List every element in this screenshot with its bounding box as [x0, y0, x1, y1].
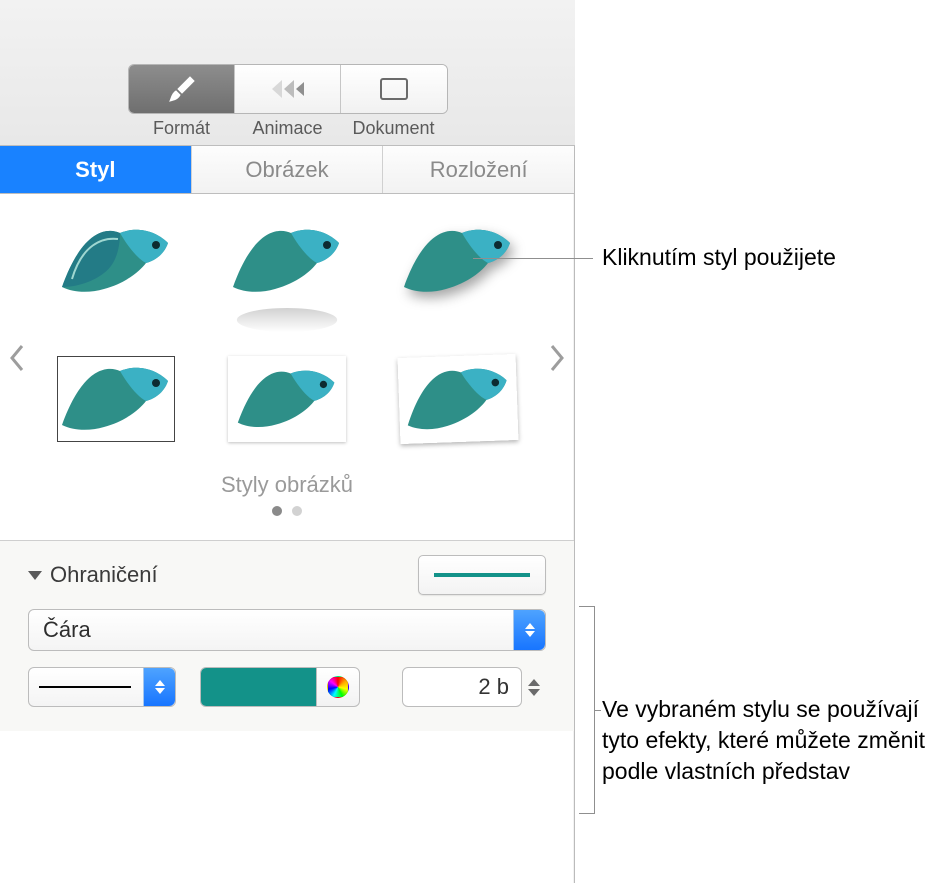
select-stepper-icon [143, 668, 175, 706]
iguana-icon [402, 221, 514, 301]
border-preview-line [434, 573, 530, 577]
inspector-mode-segment [128, 64, 448, 114]
tab-style[interactable]: Styl [0, 146, 192, 193]
gallery-caption: Styly obrázků [36, 472, 538, 498]
format-subtabs: Styl Obrázek Rozložení [0, 146, 574, 194]
gallery-page-dots [36, 506, 538, 530]
stepper-up-icon [528, 679, 540, 686]
format-inspector-panel: Formát Animace Dokument Styl Obrázek Roz… [0, 0, 575, 883]
border-type-select[interactable]: Čára [28, 609, 546, 651]
stepper-down-icon [528, 689, 540, 696]
gallery-dot-1[interactable] [272, 506, 282, 516]
line-style-sample [39, 686, 131, 688]
border-title: Ohraničení [50, 562, 158, 588]
animate-icon [270, 78, 304, 100]
callout-leader-line [595, 710, 601, 711]
border-color-swatch[interactable] [201, 668, 317, 706]
border-section: Ohraničení Čára [0, 540, 574, 731]
border-width-stepper[interactable] [528, 667, 546, 707]
inspector-mode-animate-label: Animace [235, 118, 341, 139]
border-width-value: 2 b [415, 668, 509, 706]
inspector-mode-format-label: Formát [129, 118, 235, 139]
inspector-mode-animate[interactable] [235, 65, 341, 113]
gallery-prev-arrow[interactable] [8, 344, 26, 372]
border-style-preview[interactable] [418, 555, 546, 595]
style-thumb-plain[interactable] [57, 218, 175, 304]
iguana-icon [231, 221, 343, 301]
style-thumb-shadow[interactable] [399, 218, 517, 304]
picture-styles-gallery: Styly obrázků [0, 194, 574, 540]
document-icon [380, 78, 408, 100]
inspector-mode-document[interactable] [341, 65, 447, 113]
border-type-value: Čára [43, 617, 91, 643]
callout-apply-style: Kliknutím styl použijete [602, 242, 922, 273]
disclosure-triangle-icon [28, 571, 42, 580]
border-color-picker-button[interactable] [317, 676, 359, 698]
tab-layout-label: Rozložení [430, 157, 528, 183]
inspector-toolbar: Formát Animace Dokument [0, 0, 575, 146]
paintbrush-icon [166, 75, 196, 103]
inspector-mode-document-label: Dokument [341, 118, 447, 139]
chevron-right-icon [548, 344, 566, 372]
border-disclosure[interactable]: Ohraničení [28, 562, 158, 588]
chevron-left-icon [8, 344, 26, 372]
style-thumb-line-frame[interactable] [57, 356, 175, 442]
style-thumb-photo-frame[interactable] [398, 354, 519, 444]
gallery-next-arrow[interactable] [548, 344, 566, 372]
iguana-icon [236, 359, 338, 439]
border-color-well[interactable] [200, 667, 360, 707]
callout-leader-line [473, 258, 593, 259]
inspector-mode-format[interactable] [129, 65, 235, 113]
gallery-dot-2[interactable] [292, 506, 302, 516]
iguana-icon [60, 359, 172, 439]
iguana-icon [404, 357, 513, 441]
tab-image[interactable]: Obrázek [192, 146, 384, 193]
callout-bracket [579, 606, 595, 814]
iguana-icon [60, 221, 172, 301]
select-stepper-icon [513, 610, 545, 650]
style-thumb-reflection[interactable] [228, 218, 346, 304]
inspector-mode-labels: Formát Animace Dokument [129, 118, 447, 139]
line-style-select[interactable] [28, 667, 176, 707]
color-wheel-icon [327, 676, 349, 698]
border-width-field[interactable]: 2 b [402, 667, 522, 707]
tab-style-label: Styl [75, 157, 115, 183]
tab-image-label: Obrázek [245, 157, 328, 183]
tab-layout[interactable]: Rozložení [383, 146, 574, 193]
callout-effects-note: Ve vybraném stylu se používají tyto efek… [602, 694, 932, 787]
style-thumb-mat-frame[interactable] [228, 356, 346, 442]
